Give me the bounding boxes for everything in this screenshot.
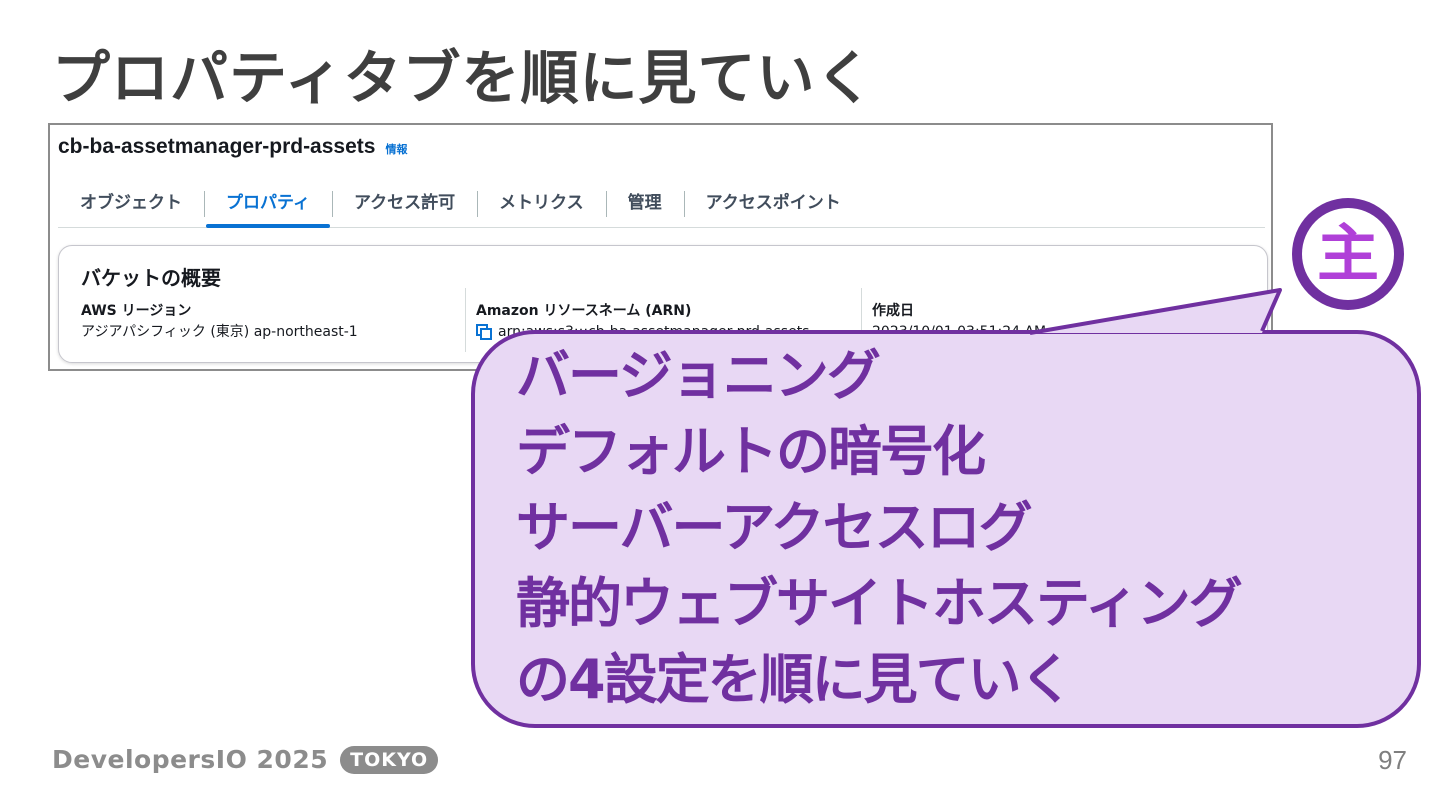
tab-management[interactable]: 管理 xyxy=(605,183,684,227)
region-value: アジアパシフィック (東京) ap-northeast-1 xyxy=(81,322,467,342)
copy-icon[interactable] xyxy=(476,324,492,340)
callout-line-versioning: バージョニング xyxy=(516,344,881,407)
callout-line-default-encryption: デフォルトの暗号化 xyxy=(516,420,986,483)
tab-permissions[interactable]: アクセス許可 xyxy=(331,183,477,227)
region-label: AWS リージョン xyxy=(81,303,192,319)
callout-line-static-website-hosting: 静的ウェブサイトホスティング xyxy=(516,572,1243,635)
tab-metrics[interactable]: メトリクス xyxy=(477,183,606,227)
brand-logo-text: DevelopersIO 2025 xyxy=(52,745,329,774)
bucket-header: cb-ba-assetmanager-prd-assets 情報 xyxy=(58,135,407,159)
overview-title: バケットの概要 xyxy=(81,266,221,290)
brand-badge: TOKYO xyxy=(340,745,439,774)
tab-bar: オブジェクト プロパティ アクセス許可 メトリクス 管理 アクセスポイント xyxy=(58,183,1265,228)
callout-line-summary: の4設定を順に見ていく xyxy=(516,648,1074,711)
speaker-badge-glyph: 主 xyxy=(1302,208,1394,300)
slide-title: プロパティタブを順に見ていく xyxy=(52,44,875,112)
region-field: AWS リージョン アジアパシフィック (東京) ap-northeast-1 xyxy=(71,288,467,352)
created-label: 作成日 xyxy=(872,303,914,319)
speaker-badge: 主 xyxy=(1292,198,1404,310)
tab-access-points[interactable]: アクセスポイント xyxy=(683,183,863,227)
tab-properties[interactable]: プロパティ xyxy=(204,183,332,228)
bucket-name: cb-ba-assetmanager-prd-assets xyxy=(58,135,376,158)
region-value-text: アジアパシフィック (東京) ap-northeast-1 xyxy=(81,324,358,340)
callout-text: バージョニング デフォルトの暗号化 サーバーアクセスログ 静的ウェブサイトホステ… xyxy=(516,338,1243,718)
info-link[interactable]: 情報 xyxy=(385,141,407,157)
tab-objects[interactable]: オブジェクト xyxy=(58,183,204,227)
page-number: 97 xyxy=(1378,745,1407,775)
callout-line-server-access-log: サーバーアクセスログ xyxy=(516,496,1033,559)
arn-label: Amazon リソースネーム (ARN) xyxy=(476,303,692,319)
footer-brand: DevelopersIO 2025 TOKYO xyxy=(52,745,439,774)
